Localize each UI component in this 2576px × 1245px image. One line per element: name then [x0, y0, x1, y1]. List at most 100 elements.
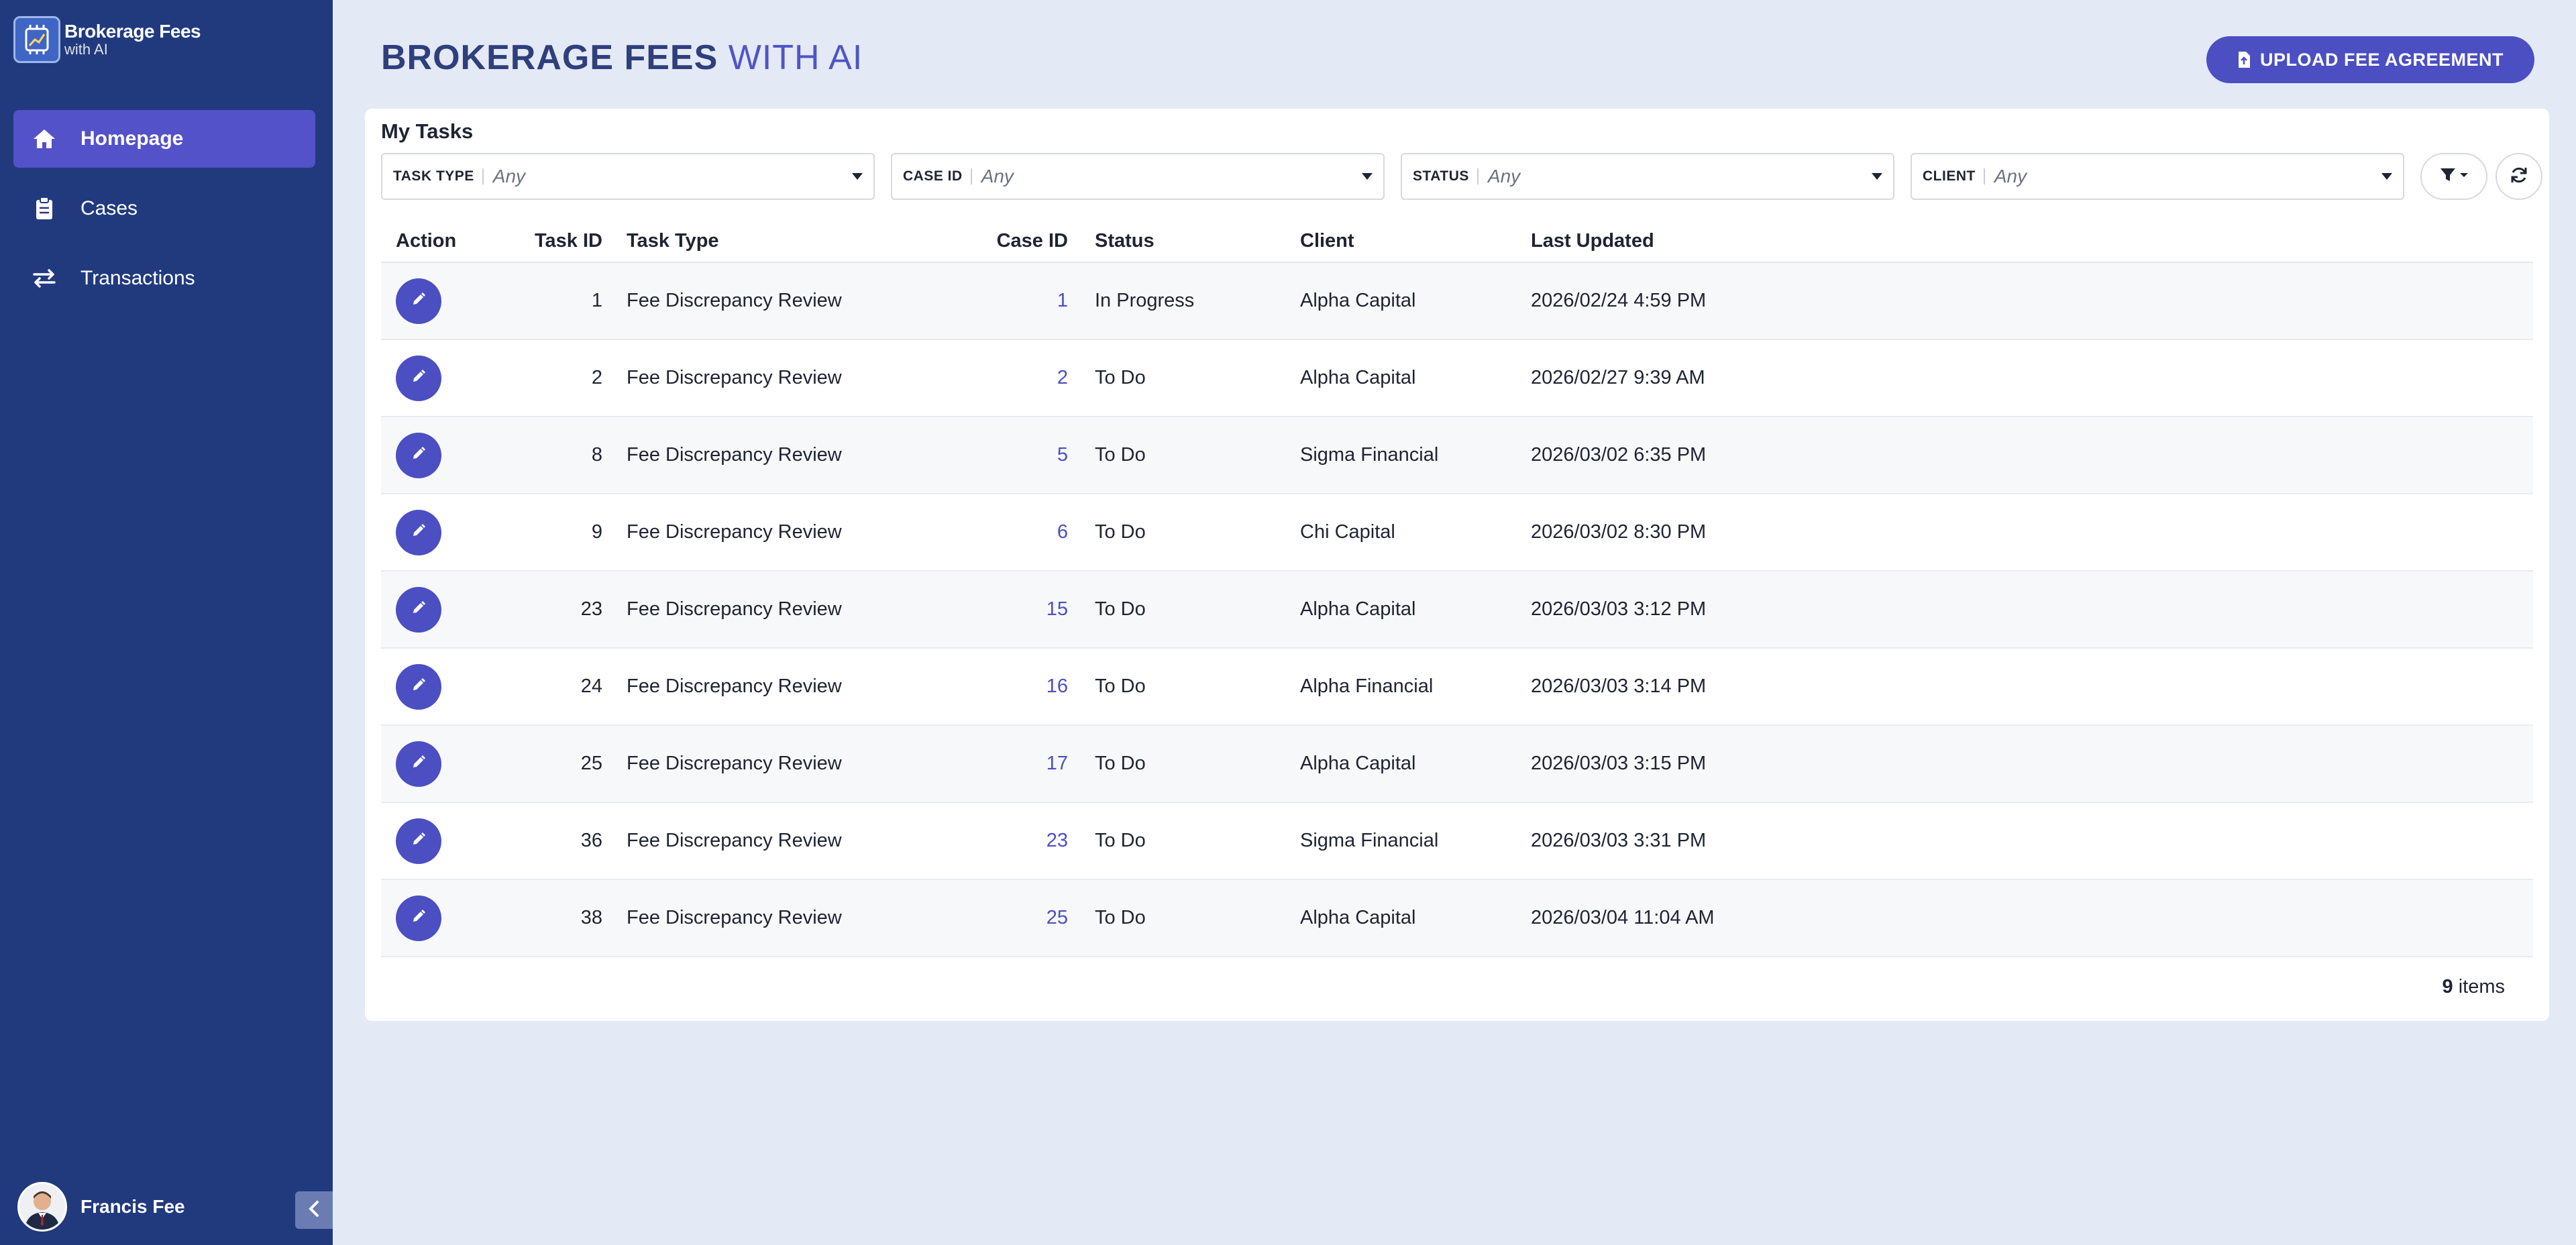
- column-header-case-id[interactable]: Case ID: [965, 230, 1068, 252]
- table-row[interactable]: 23 Fee Discrepancy Review 15 To Do Alpha…: [381, 572, 2533, 649]
- client-cell: Sigma Financial: [1300, 444, 1439, 466]
- case-id-link[interactable]: 15: [1046, 598, 1068, 620]
- pencil-icon: [411, 521, 426, 543]
- case-id-link[interactable]: 16: [1046, 675, 1068, 697]
- edit-task-button[interactable]: [396, 663, 441, 710]
- collapse-sidebar-button[interactable]: [295, 1191, 333, 1229]
- caret-down-icon: [2381, 173, 2392, 180]
- column-header-task-id[interactable]: Task ID: [508, 230, 602, 252]
- case-id-link[interactable]: 5: [1057, 444, 1068, 466]
- refresh-button[interactable]: [2496, 153, 2542, 200]
- client-cell: Alpha Capital: [1300, 367, 1416, 388]
- task-type-cell: Fee Discrepancy Review: [627, 444, 842, 466]
- task-type-cell: Fee Discrepancy Review: [627, 753, 842, 774]
- last-updated-cell: 2026/03/03 3:14 PM: [1531, 675, 1707, 697]
- edit-task-button[interactable]: [396, 355, 441, 401]
- table-row[interactable]: 1 Fee Discrepancy Review 1 In Progress A…: [381, 263, 2533, 340]
- task-type-cell: Fee Discrepancy Review: [627, 290, 842, 311]
- task-id-cell: 8: [591, 444, 602, 466]
- column-header-last-updated[interactable]: Last Updated: [1531, 230, 1866, 252]
- chevron-left-icon: [308, 1200, 320, 1221]
- sidebar-item-label: Cases: [80, 197, 138, 219]
- last-updated-cell: 2026/03/03 3:12 PM: [1531, 598, 1707, 620]
- user-name: Francis Fee: [80, 1196, 185, 1217]
- client-filter[interactable]: CLIENT Any: [1911, 153, 2404, 200]
- column-header-action[interactable]: Action: [381, 230, 508, 252]
- edit-task-button[interactable]: [396, 818, 441, 864]
- my-tasks-card: My Tasks TASK TYPE Any CASE ID Any STATU…: [365, 109, 2549, 1021]
- last-updated-cell: 2026/03/02 8:30 PM: [1531, 521, 1707, 543]
- task-id-cell: 9: [591, 521, 602, 543]
- sidebar-item-homepage[interactable]: Homepage: [13, 110, 315, 168]
- task-id-cell: 36: [580, 830, 602, 851]
- table-row[interactable]: 38 Fee Discrepancy Review 25 To Do Alpha…: [381, 880, 2533, 957]
- client-cell: Alpha Capital: [1300, 753, 1416, 774]
- brand[interactable]: Brokerage Fees with AI: [13, 16, 201, 63]
- clipboard-icon: [31, 195, 58, 222]
- tasks-table: Action Task ID Task Type Case ID Status …: [381, 220, 2533, 957]
- table-row[interactable]: 25 Fee Discrepancy Review 17 To Do Alpha…: [381, 726, 2533, 803]
- filter-menu-button[interactable]: [2420, 153, 2487, 200]
- client-cell: Chi Capital: [1300, 521, 1395, 543]
- pencil-icon: [411, 290, 426, 312]
- column-header-task-type[interactable]: Task Type: [602, 230, 965, 252]
- edit-task-button[interactable]: [396, 741, 441, 787]
- table-row[interactable]: 24 Fee Discrepancy Review 16 To Do Alpha…: [381, 649, 2533, 726]
- edit-task-button[interactable]: [396, 432, 441, 478]
- edit-task-button[interactable]: [396, 586, 441, 633]
- table-row[interactable]: 8 Fee Discrepancy Review 5 To Do Sigma F…: [381, 417, 2533, 494]
- status-cell: To Do: [1095, 521, 1146, 543]
- task-type-cell: Fee Discrepancy Review: [627, 598, 842, 620]
- filter-bar: TASK TYPE Any CASE ID Any STATUS Any CLI…: [381, 153, 2542, 200]
- task-type-cell: Fee Discrepancy Review: [627, 521, 842, 543]
- column-header-status[interactable]: Status: [1068, 230, 1300, 252]
- pencil-icon: [411, 675, 426, 698]
- edit-task-button[interactable]: [396, 895, 441, 941]
- edit-task-button[interactable]: [396, 509, 441, 555]
- client-cell: Sigma Financial: [1300, 830, 1439, 851]
- sidebar-item-label: Transactions: [80, 267, 195, 289]
- client-cell: Alpha Capital: [1300, 598, 1416, 620]
- refresh-icon: [2510, 166, 2528, 188]
- last-updated-cell: 2026/03/04 11:04 AM: [1531, 907, 1715, 928]
- sidebar-item-cases[interactable]: Cases: [13, 180, 315, 237]
- upload-fee-agreement-button[interactable]: UPLOAD FEE AGREEMENT: [2206, 36, 2534, 83]
- table-row[interactable]: 36 Fee Discrepancy Review 23 To Do Sigma…: [381, 803, 2533, 880]
- task-type-filter[interactable]: TASK TYPE Any: [381, 153, 875, 200]
- status-cell: To Do: [1095, 675, 1146, 697]
- client-cell: Alpha Capital: [1300, 907, 1416, 928]
- case-id-link[interactable]: 17: [1046, 753, 1068, 774]
- case-id-link[interactable]: 1: [1057, 290, 1068, 311]
- column-header-client[interactable]: Client: [1300, 230, 1531, 252]
- filter-value: Any: [981, 166, 1014, 186]
- case-id-link[interactable]: 23: [1046, 830, 1068, 851]
- status-cell: To Do: [1095, 598, 1146, 620]
- status-filter[interactable]: STATUS Any: [1401, 153, 1894, 200]
- task-id-cell: 23: [580, 598, 602, 620]
- brand-logo-icon: [13, 16, 60, 63]
- task-type-cell: Fee Discrepancy Review: [627, 830, 842, 851]
- case-id-link[interactable]: 2: [1057, 367, 1068, 388]
- filter-label: TASK TYPE: [393, 168, 484, 184]
- task-type-cell: Fee Discrepancy Review: [627, 675, 842, 697]
- caret-down-icon: [1362, 173, 1373, 180]
- table-row[interactable]: 9 Fee Discrepancy Review 6 To Do Chi Cap…: [381, 494, 2533, 572]
- case-id-filter[interactable]: CASE ID Any: [891, 153, 1385, 200]
- case-id-link[interactable]: 25: [1046, 907, 1068, 928]
- last-updated-cell: 2026/03/02 6:35 PM: [1531, 444, 1707, 466]
- pencil-icon: [411, 753, 426, 775]
- task-id-cell: 2: [591, 367, 602, 388]
- task-type-cell: Fee Discrepancy Review: [627, 907, 842, 928]
- filter-value: Any: [1487, 166, 1521, 186]
- edit-task-button[interactable]: [396, 278, 441, 324]
- pencil-icon: [411, 444, 426, 466]
- app: Brokerage Fees with AI Homepage Cases Tr…: [0, 0, 2576, 1245]
- brand-title: Brokerage Fees: [64, 21, 201, 42]
- user-profile[interactable]: Francis Fee: [17, 1182, 185, 1232]
- task-id-cell: 1: [591, 290, 602, 311]
- task-id-cell: 25: [580, 753, 602, 774]
- table-row[interactable]: 2 Fee Discrepancy Review 2 To Do Alpha C…: [381, 340, 2533, 417]
- case-id-link[interactable]: 6: [1057, 521, 1068, 543]
- sidebar: Brokerage Fees with AI Homepage Cases Tr…: [0, 0, 333, 1245]
- sidebar-item-transactions[interactable]: Transactions: [13, 250, 315, 307]
